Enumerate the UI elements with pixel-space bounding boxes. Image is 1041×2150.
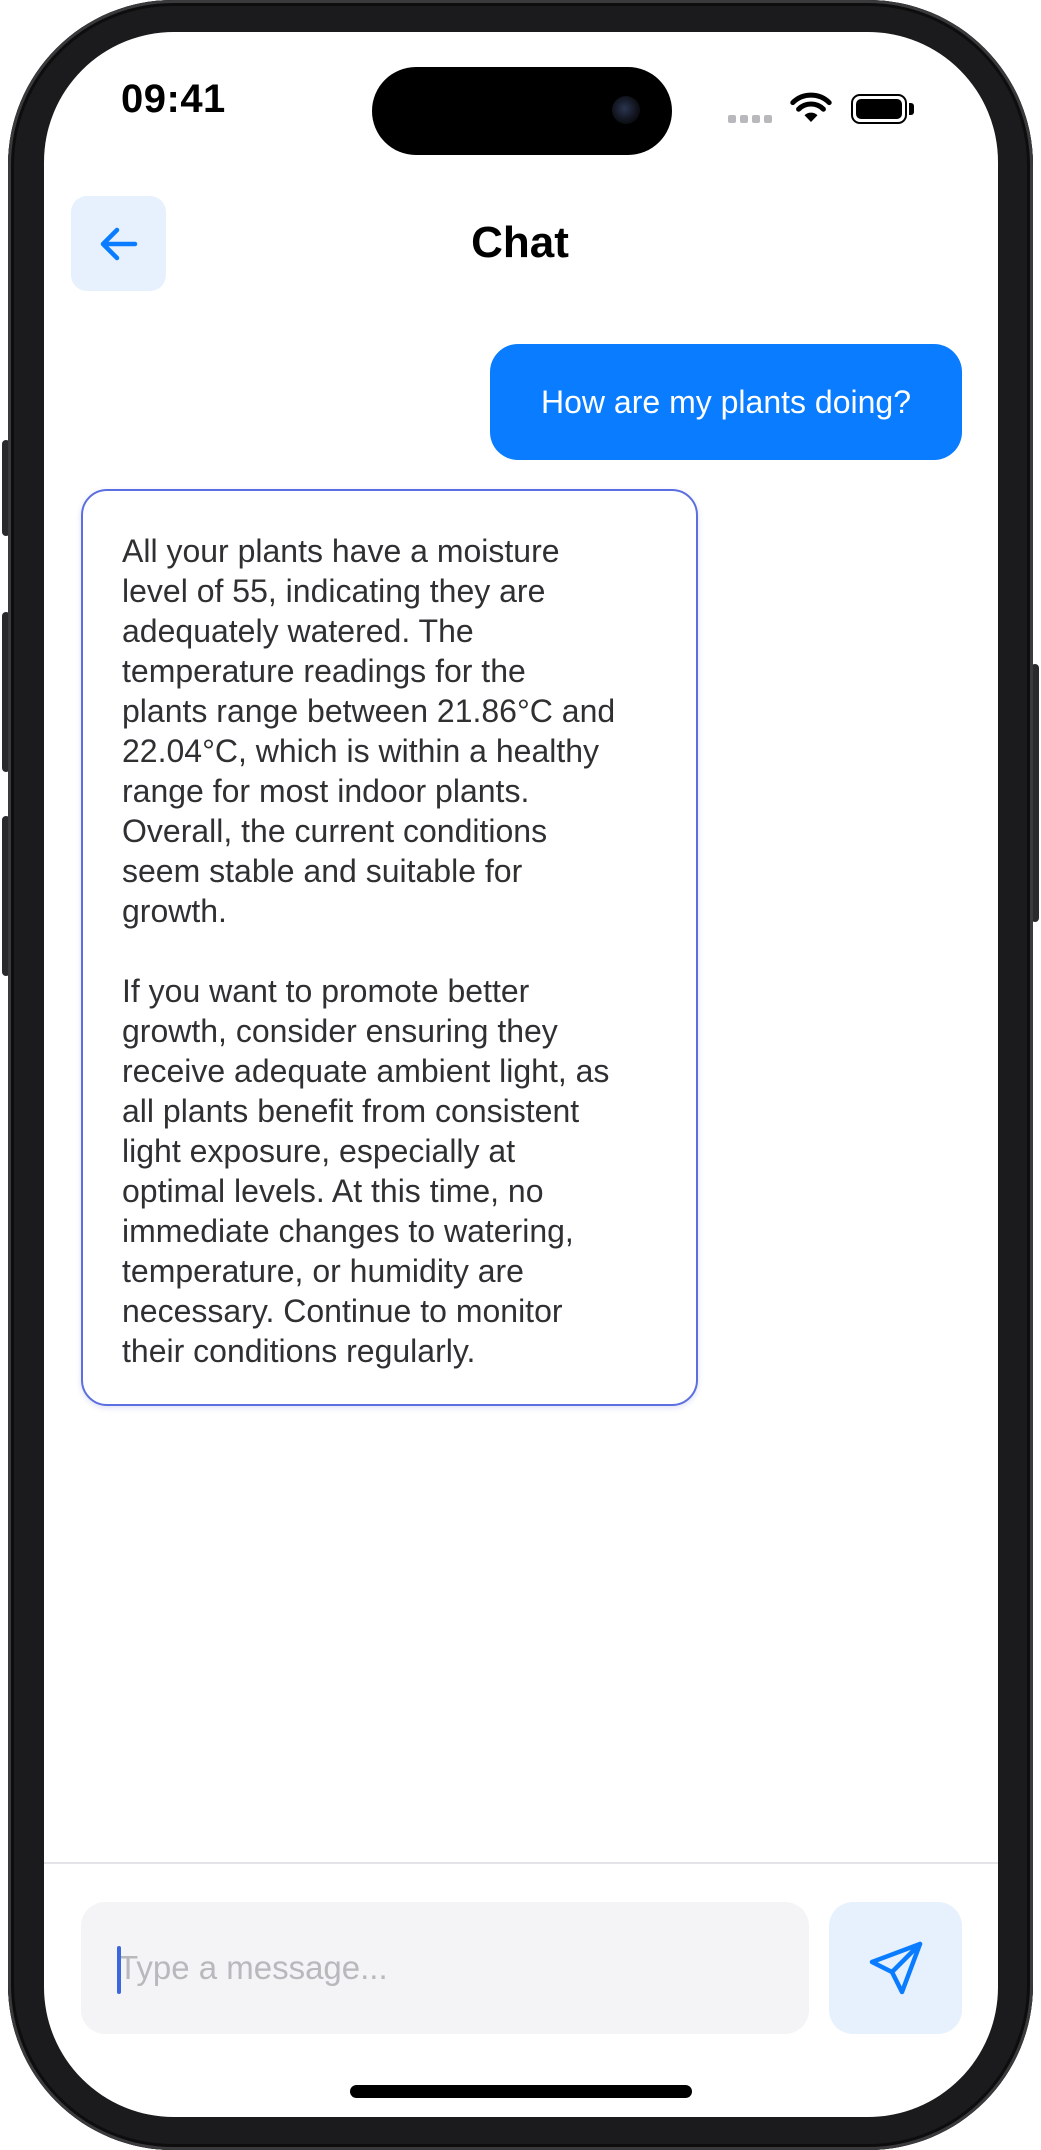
device-canvas: 09:41 Chat How are my plants doing? All …: [0, 0, 1041, 2150]
message-input[interactable]: [81, 1902, 809, 2034]
user-message-bubble: How are my plants doing?: [490, 344, 962, 460]
back-button[interactable]: [71, 196, 166, 291]
wifi-icon: [790, 92, 832, 122]
battery-icon: [851, 94, 915, 124]
assistant-message-paragraph: All your plants have a moisture level of…: [122, 533, 616, 929]
assistant-message-paragraph: If you want to promote better growth, co…: [122, 973, 610, 1369]
composer-divider: [44, 1862, 998, 1864]
user-message-text: How are my plants doing?: [541, 383, 911, 420]
front-camera: [612, 96, 640, 124]
text-caret: [117, 1946, 121, 1994]
arrow-left-icon: [100, 227, 137, 260]
send-paper-plane-icon: [869, 1941, 922, 1995]
home-indicator[interactable]: [350, 2085, 692, 2098]
page-title: Chat: [471, 218, 569, 267]
assistant-message-bubble: All your plants have a moisture level of…: [81, 489, 698, 1406]
status-time: 09:41: [121, 77, 226, 121]
cellular-signal-icon: [728, 115, 774, 123]
send-button[interactable]: [829, 1902, 962, 2034]
